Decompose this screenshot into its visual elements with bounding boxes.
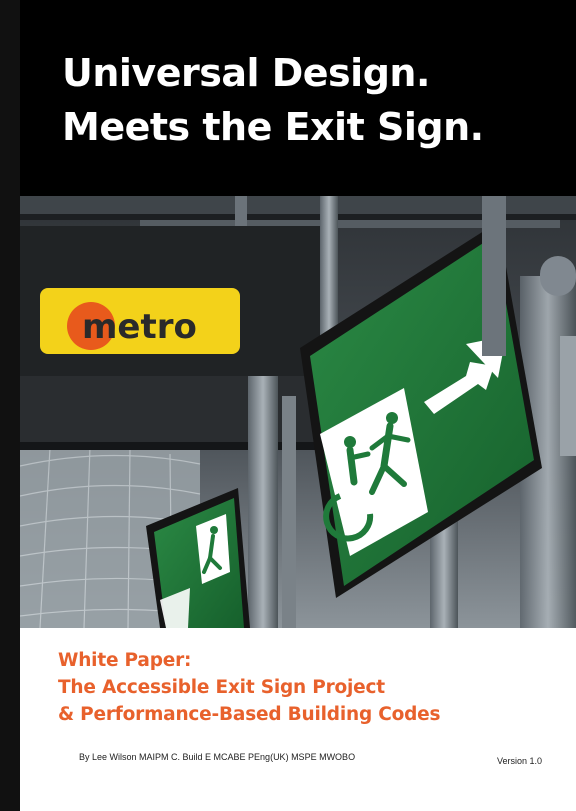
cover-spine	[0, 0, 20, 811]
headline-line-1: Universal Design.	[62, 51, 430, 95]
author-byline: By Lee Wilson MAIPM C. Build E MCABE PEn…	[79, 752, 356, 762]
white-paper-title-line-1: The Accessible Exit Sign Project	[58, 677, 385, 698]
document-cover: Universal Design. Meets the Exit Sign. m…	[0, 0, 576, 811]
white-paper-label: White Paper:	[58, 650, 192, 671]
version-label: Version 1.0	[497, 756, 543, 766]
metro-logo: metro	[40, 288, 240, 354]
white-paper-title: White Paper: The Accessible Exit Sign Pr…	[58, 647, 441, 728]
cover-photo: metro	[20, 196, 576, 628]
headline-line-2: Meets the Exit Sign.	[62, 105, 484, 149]
cover-headline: Universal Design. Meets the Exit Sign.	[62, 46, 484, 154]
white-paper-title-line-2: & Performance-Based Building Codes	[58, 704, 441, 725]
metro-logo-text: metro	[82, 307, 197, 347]
